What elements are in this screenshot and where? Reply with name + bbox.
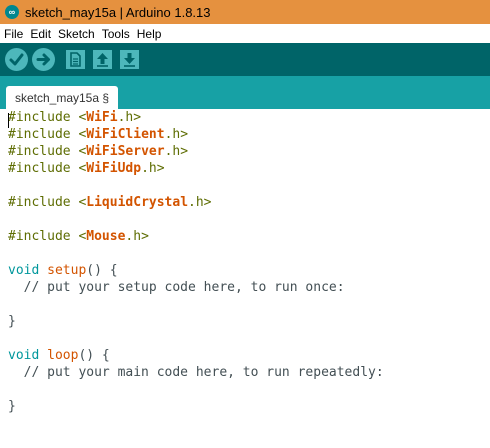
menu-tools[interactable]: Tools — [99, 27, 133, 41]
code-line-12: } — [8, 399, 16, 414]
menu-edit[interactable]: Edit — [27, 27, 54, 41]
title-bar: ∞ sketch_may15a | Arduino 1.8.13 — [0, 0, 490, 24]
code-line-6: #include <Mouse.h> — [8, 229, 149, 244]
upload-arrow-icon — [36, 53, 50, 66]
code-line-2: #include <WiFiClient.h> — [8, 127, 189, 142]
toolbar — [0, 43, 490, 76]
code-line-8: // put your setup code here, to run once… — [8, 280, 345, 295]
menu-bar: File Edit Sketch Tools Help — [0, 24, 490, 43]
code-line-7: void setup() { — [8, 263, 118, 278]
code-line-11: // put your main code here, to run repea… — [8, 365, 384, 380]
open-button[interactable] — [93, 50, 112, 69]
tab-sketch[interactable]: sketch_may15a § — [6, 86, 118, 109]
code-line-10: void loop() { — [8, 348, 110, 363]
new-sketch-button[interactable] — [66, 50, 85, 69]
save-button[interactable] — [120, 50, 139, 69]
code-line-9: } — [8, 314, 16, 329]
tab-label: sketch_may15a § — [14, 90, 110, 105]
upload-button[interactable] — [32, 48, 55, 71]
save-arrow-down-icon — [124, 53, 135, 67]
menu-file[interactable]: File — [1, 27, 26, 41]
verify-check-icon — [9, 53, 24, 66]
menu-sketch[interactable]: Sketch — [55, 27, 98, 41]
code-line-5: #include <LiquidCrystal.h> — [8, 195, 212, 210]
code-line-3: #include <WiFiServer.h> — [8, 144, 189, 159]
code-line-4: #include <WiFiUdp.h> — [8, 161, 165, 176]
open-arrow-up-icon — [97, 53, 108, 67]
new-document-icon — [70, 52, 81, 67]
tab-bar: sketch_may15a § — [0, 76, 490, 109]
code-line-1: #include <WiFi.h> — [8, 110, 142, 125]
text-caret — [8, 113, 9, 128]
menu-help[interactable]: Help — [134, 27, 165, 41]
verify-button[interactable] — [5, 48, 28, 71]
window-title: sketch_may15a | Arduino 1.8.13 — [25, 4, 211, 20]
arduino-logo-icon: ∞ — [5, 5, 19, 19]
